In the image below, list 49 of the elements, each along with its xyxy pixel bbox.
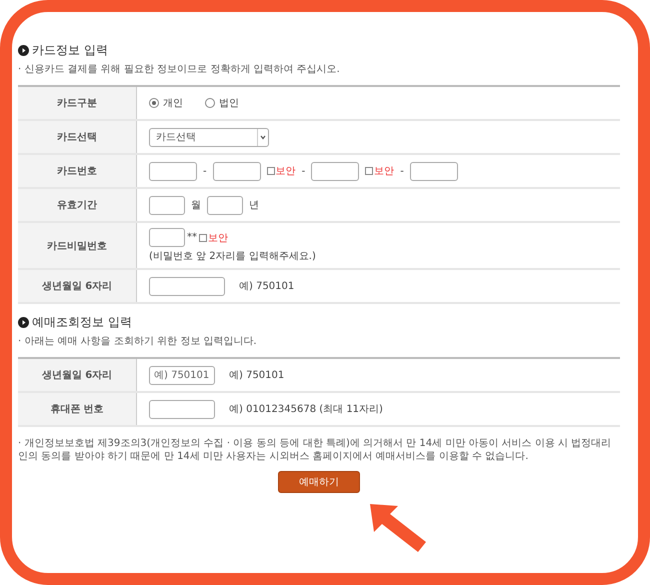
field-label: 유효기간 bbox=[18, 188, 136, 222]
field-label: 카드비밀번호 bbox=[18, 222, 136, 269]
field-label: 카드번호 bbox=[18, 154, 136, 188]
checkbox[interactable] bbox=[365, 167, 374, 175]
section-note: · 신용카드 결제를 위해 필요한 정보이므로 정확하게 입력하여 주십시오. bbox=[18, 63, 341, 76]
card-select-dropdown[interactable]: 카드선택 bbox=[149, 128, 269, 146]
input-field[interactable] bbox=[149, 196, 185, 214]
input-field[interactable]: 예) 750101 bbox=[149, 366, 215, 384]
unit-label: 월 bbox=[191, 199, 201, 212]
secure-label: 보안 bbox=[208, 232, 228, 244]
dash-separator: - bbox=[400, 166, 404, 176]
dash-separator: - bbox=[302, 166, 306, 176]
submit-button[interactable]: 예매하기 bbox=[278, 471, 360, 493]
field-label: 생년월일 6자리 bbox=[18, 358, 136, 392]
input-field[interactable] bbox=[212, 162, 261, 180]
example-text: 예) 750101 bbox=[229, 369, 284, 382]
field-label: 휴대폰 번호 bbox=[18, 392, 136, 426]
hint-text: (비밀번호 앞 2자리를 입력해주세요.) bbox=[149, 250, 316, 263]
radio-label: 개인 bbox=[163, 97, 183, 110]
unit-label: 년 bbox=[249, 199, 259, 212]
dash-separator: - bbox=[203, 166, 207, 176]
input-field[interactable] bbox=[149, 228, 185, 247]
mask-text: ** bbox=[187, 232, 197, 243]
input-field[interactable] bbox=[149, 400, 215, 418]
checkbox[interactable] bbox=[199, 234, 207, 242]
section-title: 예매조회정보 입력 bbox=[32, 314, 132, 331]
bullet-icon bbox=[18, 45, 29, 56]
example-text: 예) 750101 bbox=[239, 280, 294, 293]
input-field[interactable] bbox=[149, 276, 225, 296]
radio-label: 법인 bbox=[219, 97, 239, 110]
input-field[interactable] bbox=[207, 196, 243, 214]
section-title: 카드정보 입력 bbox=[32, 42, 108, 59]
field-label: 카드구분 bbox=[18, 86, 136, 120]
bullet-icon bbox=[18, 317, 29, 328]
checkbox[interactable] bbox=[266, 167, 275, 175]
field-label: 카드선택 bbox=[18, 120, 136, 154]
arrow-icon bbox=[370, 504, 426, 552]
input-field[interactable] bbox=[311, 162, 360, 180]
field-label: 생년월일 6자리 bbox=[18, 269, 136, 303]
radio-button[interactable] bbox=[149, 98, 159, 108]
footnote: · 개인정보보호법 제39조의3(개인정보의 수집 · 이용 동의 등에 대한 특례)에 의거해서 만 14세 미만 아동이 서비스 이용 시 법정대리인의 동의를 받아야 하기 때문에 만 14세 미만 사용자는 시외버스 홈페이지에서 예매서비스를 이용할 수 없습니다. bbox=[18, 437, 612, 463]
section-note: · 아래는 예매 사항을 조회하기 위한 정보 입력입니다. bbox=[18, 335, 258, 348]
input-field[interactable] bbox=[149, 162, 197, 180]
example-text: 예) 01012345678 (최대 11자리) bbox=[229, 403, 383, 416]
radio-button[interactable] bbox=[205, 98, 215, 108]
secure-label: 보안 bbox=[276, 165, 296, 178]
secure-label: 보안 bbox=[374, 165, 394, 178]
caret-icon bbox=[257, 128, 268, 146]
input-field[interactable] bbox=[410, 162, 458, 180]
